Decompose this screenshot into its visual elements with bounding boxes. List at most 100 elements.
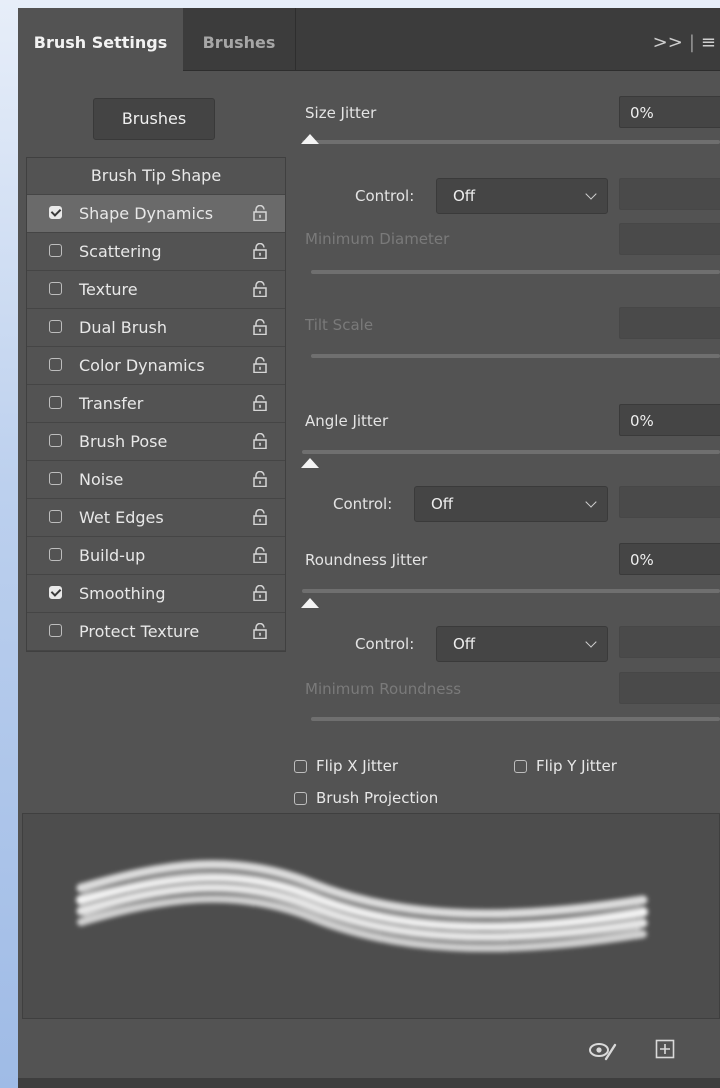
- eye-brush-icon[interactable]: [588, 1039, 618, 1061]
- tilt-scale-label: Tilt Scale: [305, 316, 374, 334]
- checkbox-icon[interactable]: [294, 760, 307, 773]
- angle-jitter-thumb[interactable]: [301, 458, 319, 468]
- sidebar-item-label: Texture: [79, 280, 138, 299]
- sidebar-item-label: Scattering: [79, 242, 162, 261]
- sidebar-item-brush-pose[interactable]: Brush Pose: [27, 423, 285, 461]
- lock-icon[interactable]: [253, 281, 267, 297]
- new-preset-icon[interactable]: [655, 1039, 675, 1059]
- sidebar-item-label: Smoothing: [79, 584, 166, 603]
- checkbox-icon[interactable]: [49, 396, 62, 409]
- panel-menu-icon[interactable]: ≡: [701, 8, 716, 78]
- minimum-diameter-slider: [311, 270, 720, 274]
- minimum-diameter-label: Minimum Diameter: [305, 230, 450, 248]
- lock-icon[interactable]: [253, 585, 267, 601]
- chevron-down-icon: [585, 496, 597, 508]
- sidebar-item-label: Protect Texture: [79, 622, 200, 641]
- checkbox-icon[interactable]: [49, 434, 62, 447]
- brush-tip-shape-item[interactable]: Brush Tip Shape: [27, 158, 285, 195]
- angle-jitter-slider[interactable]: [302, 450, 720, 454]
- checkbox-icon[interactable]: [514, 760, 527, 773]
- checkbox-icon[interactable]: [294, 792, 307, 805]
- control-extra-field: [619, 626, 720, 658]
- sidebar-item-dual-brush[interactable]: Dual Brush: [27, 309, 285, 347]
- checkbox-icon[interactable]: [49, 472, 62, 485]
- minimum-roundness-slider: [311, 717, 720, 721]
- angle-jitter-field[interactable]: 0%: [619, 404, 720, 436]
- control-select[interactable]: Off: [436, 178, 608, 214]
- flip-y-jitter-option[interactable]: Flip Y Jitter: [514, 757, 617, 775]
- panel-menu-controls: >> | ≡: [653, 8, 716, 70]
- tilt-scale-slider: [311, 354, 720, 358]
- sidebar-item-label: Transfer: [79, 394, 144, 413]
- roundness-jitter-thumb[interactable]: [301, 598, 319, 608]
- sidebar-item-label: Dual Brush: [79, 318, 167, 337]
- lock-icon[interactable]: [253, 319, 267, 335]
- control-select[interactable]: Off: [436, 626, 608, 662]
- brushes-button[interactable]: Brushes: [93, 98, 215, 140]
- checkbox-icon[interactable]: [49, 282, 62, 295]
- lock-icon[interactable]: [253, 433, 267, 449]
- minimum-roundness-label: Minimum Roundness: [305, 680, 462, 698]
- tab-bar: Brush Settings Brushes >> | ≡: [18, 8, 720, 71]
- sidebar-item-texture[interactable]: Texture: [27, 271, 285, 309]
- control-select[interactable]: Off: [414, 486, 608, 522]
- flip-x-jitter-option[interactable]: Flip X Jitter: [294, 757, 398, 775]
- checkbox-icon[interactable]: [49, 548, 62, 561]
- sidebar-item-smoothing[interactable]: Smoothing: [27, 575, 285, 613]
- control-select-value: Off: [453, 635, 476, 653]
- size-jitter-label: Size Jitter: [305, 104, 377, 122]
- control-extra-field: [619, 178, 720, 210]
- collapse-panel-icon[interactable]: >>: [653, 8, 683, 78]
- control-select-value: Off: [453, 187, 476, 205]
- sidebar-item-protect-texture[interactable]: Protect Texture: [27, 613, 285, 651]
- sidebar-item-label: Color Dynamics: [79, 356, 205, 375]
- checkbox-icon[interactable]: [49, 624, 62, 637]
- roundness-jitter-label: Roundness Jitter: [305, 551, 428, 569]
- sidebar-item-scattering[interactable]: Scattering: [27, 233, 285, 271]
- chevron-down-icon: [585, 188, 597, 200]
- lock-icon[interactable]: [253, 471, 267, 487]
- checkbox-icon[interactable]: [49, 320, 62, 333]
- tab-brushes[interactable]: Brushes: [183, 8, 296, 70]
- sidebar-item-shape-dynamics[interactable]: Shape Dynamics: [27, 195, 285, 233]
- brush-projection-option[interactable]: Brush Projection: [294, 789, 438, 807]
- panel-footer: [18, 1078, 720, 1088]
- sidebar-item-wet-edges[interactable]: Wet Edges: [27, 499, 285, 537]
- sidebar-item-color-dynamics[interactable]: Color Dynamics: [27, 347, 285, 385]
- flip-x-jitter-label: Flip X Jitter: [316, 757, 399, 775]
- sidebar-item-label: Brush Pose: [79, 432, 168, 451]
- minimum-diameter-field: [619, 223, 720, 255]
- lock-icon[interactable]: [253, 243, 267, 259]
- size-jitter-field[interactable]: 0%: [619, 96, 720, 128]
- control-label: Control:: [355, 187, 415, 205]
- checkbox-icon[interactable]: [49, 586, 62, 599]
- lock-icon[interactable]: [253, 357, 267, 373]
- checkbox-icon[interactable]: [49, 206, 62, 219]
- sidebar-item-build-up[interactable]: Build-up: [27, 537, 285, 575]
- angle-jitter-label: Angle Jitter: [305, 412, 389, 430]
- panel-bottom-toolbar: [18, 1023, 720, 1078]
- size-jitter-slider[interactable]: [302, 140, 720, 144]
- lock-icon[interactable]: [253, 509, 267, 525]
- size-jitter-thumb[interactable]: [301, 134, 319, 144]
- sidebar-item-noise[interactable]: Noise: [27, 461, 285, 499]
- sidebar-item-label: Shape Dynamics: [79, 204, 214, 223]
- brush-options-list: Brush Tip Shape Shape Dynamics Scattering…: [26, 157, 286, 652]
- lock-icon[interactable]: [253, 623, 267, 639]
- sidebar-item-label: Build-up: [79, 546, 146, 565]
- lock-icon[interactable]: [253, 395, 267, 411]
- control-select-value: Off: [431, 495, 454, 513]
- sidebar-item-transfer[interactable]: Transfer: [27, 385, 285, 423]
- sidebar-item-label: Noise: [79, 470, 124, 489]
- checkbox-icon[interactable]: [49, 244, 62, 257]
- tab-brush-settings[interactable]: Brush Settings: [18, 8, 183, 71]
- lock-icon[interactable]: [253, 547, 267, 563]
- brush-settings-panel: Brush Settings Brushes >> | ≡ Brushes Brus…: [18, 8, 720, 1088]
- roundness-jitter-field[interactable]: 0%: [619, 543, 720, 575]
- roundness-jitter-slider[interactable]: [302, 589, 720, 593]
- lock-icon[interactable]: [253, 205, 267, 221]
- checkbox-icon[interactable]: [49, 510, 62, 523]
- brush-stroke-preview: [22, 813, 720, 1019]
- minimum-roundness-field: [619, 672, 720, 704]
- checkbox-icon[interactable]: [49, 358, 62, 371]
